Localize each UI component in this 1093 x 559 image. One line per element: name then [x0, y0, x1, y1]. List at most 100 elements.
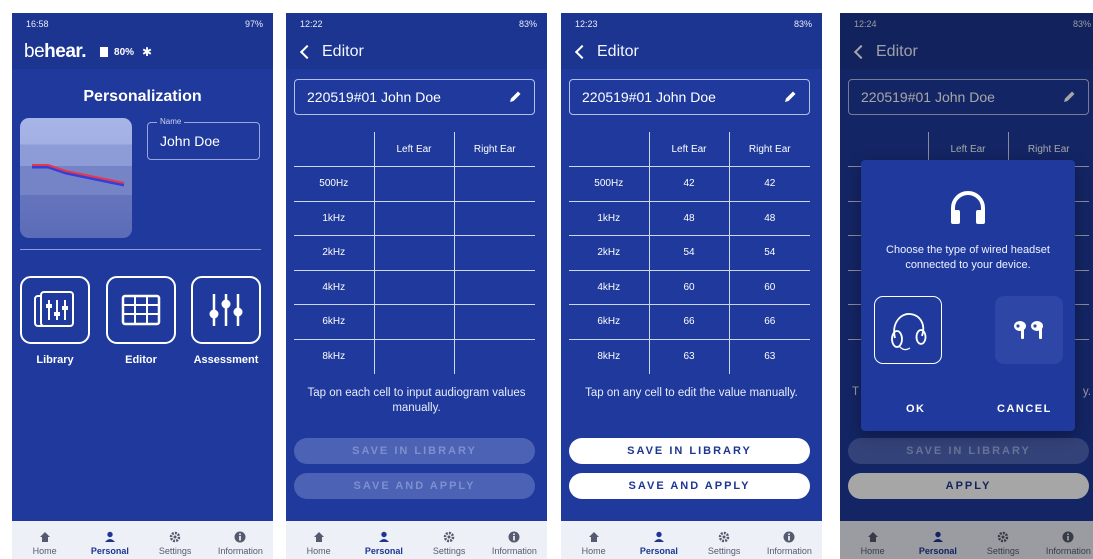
nav-settings[interactable]: Settings	[419, 531, 479, 556]
right-ear-cell[interactable]: 48	[728, 200, 810, 236]
table-row: 2kHz 54 54	[569, 235, 810, 270]
name-field[interactable]: Name John Doe	[147, 117, 260, 160]
earbuds-option[interactable]	[995, 296, 1063, 364]
right-ear-cell[interactable]: 60	[728, 269, 810, 305]
hint-text: Tap on each cell to input audiogram valu…	[307, 387, 526, 414]
right-ear-cell[interactable]	[453, 269, 535, 305]
nav-settings[interactable]: Settings	[694, 531, 754, 556]
right-ear-cell[interactable]	[453, 338, 535, 374]
left-ear-cell[interactable]	[373, 269, 454, 305]
frequency-cell: 500Hz	[294, 166, 374, 201]
nav-personal[interactable]: Personal	[354, 531, 414, 556]
nav-home[interactable]: Home	[564, 531, 624, 556]
app-header: Editor	[286, 35, 547, 69]
nav-personal[interactable]: Personal	[629, 531, 689, 556]
save-in-library-button[interactable]: SAVE IN LIBRARY	[569, 438, 810, 464]
profile-name: 220519#01 John Doe	[582, 89, 716, 105]
nav-home[interactable]: Home	[289, 531, 349, 556]
left-ear-cell[interactable]: 66	[648, 304, 729, 339]
save-and-apply-button[interactable]: SAVE AND APPLY	[569, 473, 810, 499]
table-row: 6kHz	[294, 304, 535, 339]
nav-information[interactable]: Information	[210, 531, 270, 556]
hint-text: Tap on any cell to edit the value manual…	[585, 387, 798, 399]
nav-settings[interactable]: Settings	[145, 531, 205, 556]
editor-grid-icon	[121, 294, 161, 326]
save-in-library-button[interactable]: SAVE IN LIBRARY	[294, 438, 535, 464]
table-row: 500Hz 42 42	[569, 166, 810, 201]
nav-information[interactable]: Information	[759, 531, 819, 556]
cancel-button[interactable]: CANCEL	[997, 403, 1052, 415]
back-arrow-icon[interactable]	[299, 44, 315, 60]
right-ear-cell[interactable]: 63	[728, 338, 810, 374]
frequency-cell: 1kHz	[569, 200, 649, 236]
back-arrow-icon[interactable]	[574, 44, 590, 60]
status-time: 12:23	[575, 19, 598, 29]
frequency-cell: 2kHz	[569, 235, 649, 270]
over-ear-headphones-icon	[891, 313, 927, 351]
name-label: Name	[157, 117, 185, 126]
page-title: Editor	[322, 43, 364, 60]
frequency-cell: 6kHz	[569, 304, 649, 339]
over-ear-headset-option[interactable]	[874, 296, 942, 364]
editor-button[interactable]	[106, 276, 176, 344]
table-row: 2kHz	[294, 235, 535, 270]
profile-name-field[interactable]: 220519#01 John Doe	[569, 79, 810, 115]
left-ear-cell[interactable]	[373, 166, 454, 201]
audiogram-table: Left Ear Right Ear 500Hz 1kHz 2kHz 4kHz …	[294, 132, 535, 374]
left-ear-cell[interactable]	[373, 200, 454, 236]
frequency-cell: 6kHz	[294, 304, 374, 339]
status-bar: 12:22 83%	[286, 13, 547, 35]
status-battery: 83%	[518, 19, 537, 29]
nav-information[interactable]: Information	[484, 531, 544, 556]
frequency-cell: 1kHz	[294, 200, 374, 236]
table-row: 4kHz 60 60	[569, 269, 810, 305]
right-ear-cell[interactable]	[453, 235, 535, 270]
edit-pencil-icon[interactable]	[508, 90, 522, 104]
gear-icon	[443, 531, 455, 543]
frequency-cell: 4kHz	[294, 269, 374, 305]
left-ear-cell[interactable]: 42	[648, 166, 729, 201]
audiogram-table: Left Ear Right Ear 500Hz 42 42 1kHz 48 48 2k…	[569, 132, 810, 374]
right-ear-cell[interactable]	[453, 200, 535, 236]
frequency-cell: 8kHz	[294, 338, 374, 374]
audiogram-thumbnail[interactable]	[20, 118, 132, 238]
library-label: Library	[36, 354, 74, 366]
left-ear-cell[interactable]	[373, 338, 454, 374]
bluetooth-icon: ✱	[142, 45, 153, 59]
battery-icon	[100, 47, 109, 57]
right-ear-cell[interactable]: 42	[728, 166, 810, 201]
frequency-cell: 500Hz	[569, 166, 649, 201]
right-ear-cell[interactable]: 54	[728, 235, 810, 270]
nav-home[interactable]: Home	[15, 531, 75, 556]
gear-icon	[169, 531, 181, 543]
right-ear-cell[interactable]	[453, 166, 535, 201]
left-ear-header: Left Ear	[373, 132, 454, 167]
right-ear-cell[interactable]	[453, 304, 535, 339]
left-ear-cell[interactable]: 54	[648, 235, 729, 270]
bottom-nav: Home Personal Settings Information	[286, 521, 547, 559]
ok-button[interactable]: OK	[906, 403, 926, 415]
left-ear-cell[interactable]	[373, 235, 454, 270]
left-ear-cell[interactable]: 63	[648, 338, 729, 374]
assessment-button[interactable]	[191, 276, 261, 344]
right-ear-cell[interactable]: 66	[728, 304, 810, 339]
info-icon	[783, 531, 795, 543]
profile-name: 220519#01 John Doe	[307, 89, 441, 105]
nav-personal[interactable]: Personal	[80, 531, 140, 556]
earbuds-icon	[1014, 321, 1043, 339]
save-and-apply-button[interactable]: SAVE AND APPLY	[294, 473, 535, 499]
phone-headset-dialog: 12:24 83% Editor 220519#01 John Doe Left…	[840, 13, 1093, 559]
info-icon	[508, 531, 520, 543]
profile-name-field[interactable]: 220519#01 John Doe	[294, 79, 535, 115]
table-header-row: Left Ear Right Ear	[294, 132, 535, 167]
library-button[interactable]	[20, 276, 90, 344]
phone-editor-empty: 12:22 83% Editor 220519#01 John Doe Left…	[286, 13, 547, 559]
frequency-cell: 2kHz	[294, 235, 374, 270]
left-ear-cell[interactable]	[373, 304, 454, 339]
left-ear-header: Left Ear	[648, 132, 729, 167]
left-ear-cell[interactable]: 48	[648, 200, 729, 236]
status-time: 12:22	[300, 19, 323, 29]
edit-pencil-icon[interactable]	[783, 90, 797, 104]
left-ear-cell[interactable]: 60	[648, 269, 729, 305]
gear-icon	[718, 531, 730, 543]
